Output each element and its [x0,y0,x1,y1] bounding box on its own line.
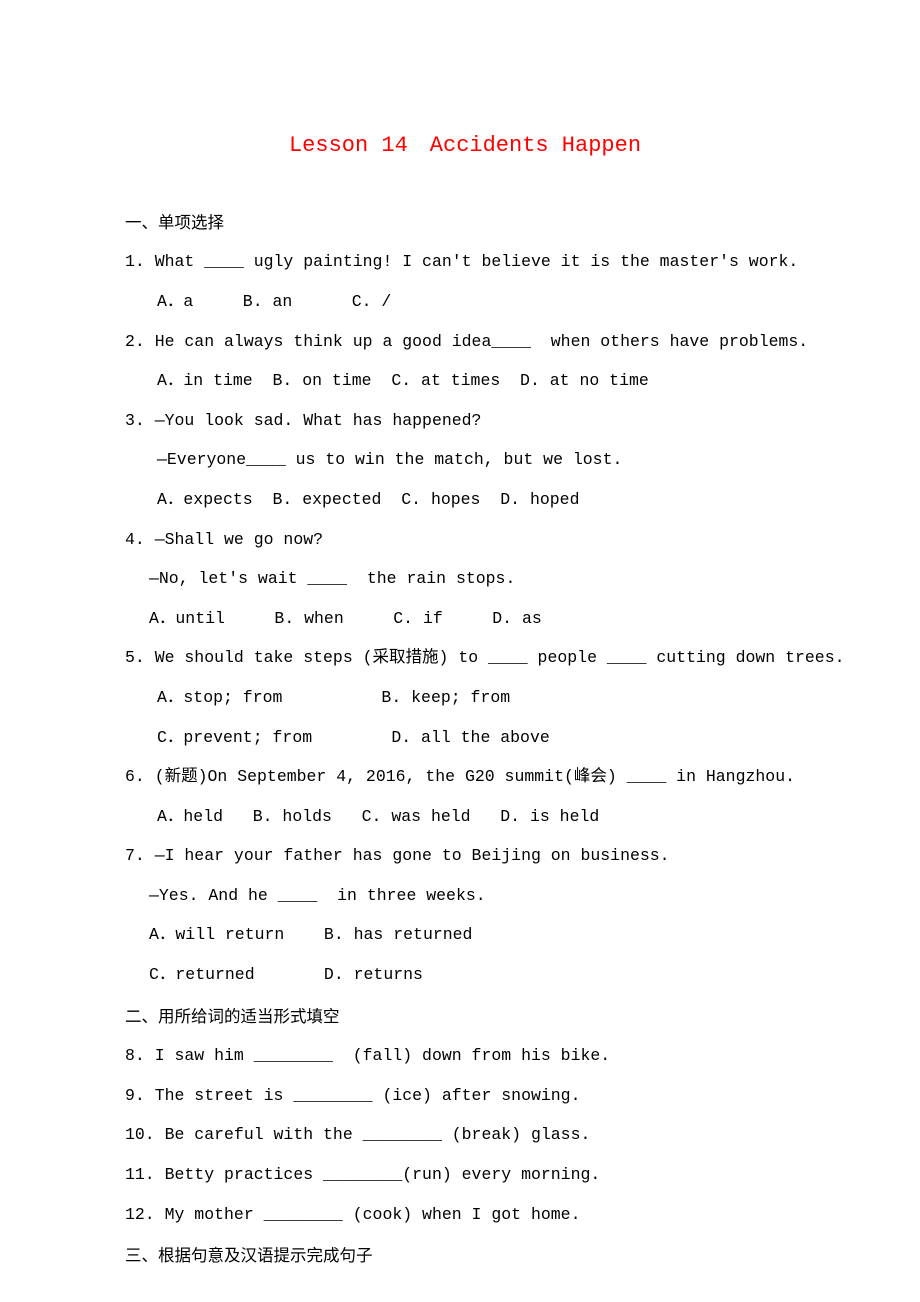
section-3-heading: 三、根据句意及汉语提示完成句子 [125,1236,805,1276]
section-1-heading: 一、单项选择 [125,203,805,243]
question-9: 9. The street is ________ (ice) after sn… [125,1076,805,1116]
question-3-b: —Everyone____ us to win the match, but w… [125,440,805,480]
question-4-options: A．until B. when C. if D. as [125,599,805,639]
question-4-a: 4. —Shall we go now? [125,520,805,560]
question-5-options-a: A．stop; from B. keep; from [125,678,805,718]
question-5: 5. We should take steps (采取措施) to ____ p… [125,638,805,678]
question-10: 10. Be careful with the ________ (break)… [125,1115,805,1155]
question-7-options-a: A．will return B. has returned [125,915,805,955]
question-5-options-b: C．prevent; from D. all the above [125,718,805,758]
question-1: 1. What ____ ugly painting! I can't beli… [125,242,805,282]
question-7-options-b: C．returned D. returns [125,955,805,995]
question-3-options: A．expects B. expected C. hopes D. hoped [125,480,805,520]
question-11: 11. Betty practices ________(run) every … [125,1155,805,1195]
question-6-options: A．held B. holds C. was held D. is held [125,797,805,837]
question-7-b: —Yes. And he ____ in three weeks. [125,876,805,916]
question-12: 12. My mother ________ (cook) when I got… [125,1195,805,1235]
question-8: 8. I saw him ________ (fall) down from h… [125,1036,805,1076]
question-3-a: 3. —You look sad. What has happened? [125,401,805,441]
question-7-a: 7. —I hear your father has gone to Beiji… [125,836,805,876]
question-1-options: A．a B. an C. / [125,282,805,322]
question-6: 6. (新题)On September 4, 2016, the G20 sum… [125,757,805,797]
question-2-options: A．in time B. on time C. at times D. at n… [125,361,805,401]
question-4-b: —No, let's wait ____ the rain stops. [125,559,805,599]
question-2: 2. He can always think up a good idea___… [125,322,805,362]
section-2-heading: 二、用所给词的适当形式填空 [125,997,805,1037]
lesson-title: Lesson 14 Accidents Happen [125,120,805,173]
